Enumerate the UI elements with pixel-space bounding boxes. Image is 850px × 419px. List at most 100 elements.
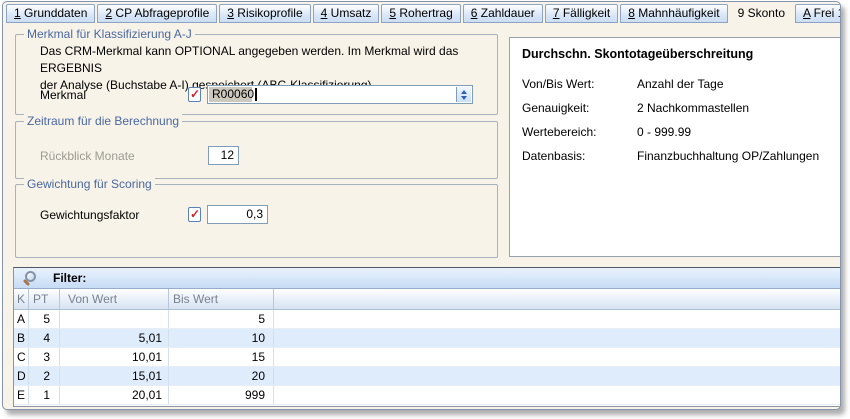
cell-pt[interactable]: 1	[29, 386, 60, 404]
info-label: Von/Bis Wert:	[522, 77, 637, 91]
spin-up-icon	[461, 90, 467, 94]
gewichtungsfaktor-input[interactable]: 0,3	[207, 205, 268, 224]
cell-k[interactable]: C	[14, 348, 29, 366]
info-label: Datenbasis:	[522, 149, 637, 163]
info-row: Genauigkeit:2 Nachkommastellen	[522, 101, 832, 115]
info-panel-title: Durchschn. Skontotageüberschreitung	[522, 47, 753, 61]
cell-empty	[274, 367, 841, 385]
cell-k[interactable]: E	[14, 386, 29, 404]
group-zeitraum-berechnung: Zeitraum für die Berechnung Rückblick Mo…	[15, 121, 498, 179]
cell-pt[interactable]: 4	[29, 329, 60, 347]
tab-label: Skonto	[744, 6, 785, 20]
cell-pt[interactable]: 2	[29, 367, 60, 385]
rueckblick-monate-label: Rückblick Monate	[40, 149, 208, 163]
table-header: K PT Von Wert Bis Wert	[14, 289, 841, 310]
table-row[interactable]: E 1 20,01 999	[14, 386, 841, 405]
info-value: 2 Nachkommastellen	[637, 101, 749, 115]
group-title: Gewichtung für Scoring	[24, 177, 155, 191]
tab-label: CP Abfrageprofile	[112, 6, 209, 20]
tab-mnemonic: 7	[553, 6, 560, 20]
cell-bis-wert[interactable]: 15	[169, 348, 274, 366]
info-value: Finanzbuchhaltung OP/Zahlungen	[637, 149, 819, 163]
column-header-bis-wert[interactable]: Bis Wert	[169, 289, 274, 309]
gewichtungsfaktor-label: Gewichtungsfaktor	[40, 208, 188, 222]
group-gewichtung-scoring: Gewichtung für Scoring Gewichtungsfaktor…	[15, 184, 498, 258]
tab-skonto-active[interactable]: 9 Skonto	[730, 4, 793, 23]
column-header-empty	[274, 289, 841, 309]
tab-label: Mahnhäufigkeit	[635, 6, 720, 20]
merkmal-field-label: Merkmal	[40, 88, 188, 102]
cell-empty	[274, 310, 841, 328]
cell-von-wert[interactable]: 5,01	[60, 329, 169, 347]
selected-text: R00060	[209, 87, 252, 102]
cell-von-wert[interactable]: 10,01	[60, 348, 169, 366]
group-title: Merkmal für Klassifizierung A-J	[24, 27, 195, 41]
tab-mahnhaeufigkeit[interactable]: 8 Mahnhäufigkeit	[620, 4, 727, 23]
filter-bar[interactable]: Filter:	[14, 268, 841, 289]
tab-label: Rohertrag	[396, 6, 453, 20]
description-line-1: Das CRM-Merkmal kann OPTIONAL angegeben …	[40, 43, 497, 77]
text-cursor	[255, 88, 257, 101]
modified-check-icon[interactable]	[188, 207, 201, 222]
cell-bis-wert[interactable]: 5	[169, 310, 274, 328]
cell-empty	[274, 386, 841, 404]
tab-grunddaten[interactable]: 1 Grunddaten	[6, 4, 95, 23]
table-row[interactable]: A 5 5	[14, 310, 841, 329]
cell-empty	[274, 348, 841, 366]
tab-faelligkeit[interactable]: 7 Fälligkeit	[545, 4, 618, 23]
search-icon[interactable]	[23, 271, 37, 285]
table-row[interactable]: B 4 5,01 10	[14, 329, 841, 348]
tab-bar: 1 Grunddaten 2 CP Abfrageprofile 3 Risik…	[3, 2, 840, 23]
cell-von-wert[interactable]: 15,01	[60, 367, 169, 385]
cell-k[interactable]: B	[14, 329, 29, 347]
spin-down-icon	[461, 96, 467, 100]
column-header-pt[interactable]: PT	[29, 289, 60, 309]
tab-label: Zahldauer	[477, 6, 534, 20]
info-label: Genauigkeit:	[522, 101, 637, 115]
cell-k[interactable]: A	[14, 310, 29, 328]
info-value: Anzahl der Tage	[637, 77, 724, 91]
tab-label: Risikoprofile	[234, 6, 303, 20]
tab-rohertrag[interactable]: 5 Rohertrag	[381, 4, 460, 23]
cell-bis-wert[interactable]: 10	[169, 329, 274, 347]
tab-frei-1[interactable]: A Frei 1	[795, 4, 841, 23]
tab-label: Fälligkeit	[560, 6, 611, 20]
cell-von-wert[interactable]: 20,01	[60, 386, 169, 404]
merkmal-input[interactable]: R00060	[207, 85, 473, 104]
skonto-settings-window: 1 Grunddaten 2 CP Abfrageprofile 3 Risik…	[2, 1, 841, 410]
info-value: 0 - 999.99	[637, 125, 691, 139]
column-header-k[interactable]: K	[14, 289, 29, 309]
info-panel-skontotage: Durchschn. Skontotageüberschreitung Von/…	[509, 37, 841, 257]
tab-umsatz[interactable]: 4 Umsatz	[313, 4, 380, 23]
tab-label: Grunddaten	[21, 6, 88, 20]
cell-pt[interactable]: 5	[29, 310, 60, 328]
cell-empty	[274, 329, 841, 347]
info-row: Wertebereich:0 - 999.99	[522, 125, 832, 139]
classification-table: Filter: K PT Von Wert Bis Wert A 5 5 B 4…	[13, 267, 841, 407]
cell-bis-wert[interactable]: 20	[169, 367, 274, 385]
tab-label: Umsatz	[327, 6, 371, 20]
tab-mnemonic: 8	[628, 6, 635, 20]
tab-mnemonic: 3	[227, 6, 234, 20]
tab-label: Frei 1	[810, 6, 841, 20]
table-row[interactable]: D 2 15,01 20	[14, 367, 841, 386]
info-row: Datenbasis:Finanzbuchhaltung OP/Zahlunge…	[522, 149, 832, 163]
tab-cp-abfrageprofile[interactable]: 2 CP Abfrageprofile	[97, 4, 217, 23]
column-header-von-wert[interactable]: Von Wert	[60, 289, 169, 309]
tab-zahldauer[interactable]: 6 Zahldauer	[463, 4, 543, 23]
filter-label: Filter:	[53, 271, 86, 285]
tab-risikoprofile[interactable]: 3 Risikoprofile	[219, 4, 310, 23]
info-row: Von/Bis Wert:Anzahl der Tage	[522, 77, 832, 91]
rueckblick-monate-input[interactable]: 12	[208, 146, 239, 165]
info-label: Wertebereich:	[522, 125, 637, 139]
cell-k[interactable]: D	[14, 367, 29, 385]
cell-von-wert[interactable]	[60, 310, 169, 328]
cell-bis-wert[interactable]: 999	[169, 386, 274, 404]
group-title: Zeitraum für die Berechnung	[24, 114, 182, 128]
spinner-button[interactable]	[456, 87, 471, 102]
cell-pt[interactable]: 3	[29, 348, 60, 366]
table-row[interactable]: C 3 10,01 15	[14, 348, 841, 367]
group-merkmal-klassifizierung: Merkmal für Klassifizierung A-J Das CRM-…	[15, 34, 498, 115]
tab-mnemonic: 1	[14, 6, 21, 20]
modified-check-icon[interactable]	[188, 87, 201, 102]
